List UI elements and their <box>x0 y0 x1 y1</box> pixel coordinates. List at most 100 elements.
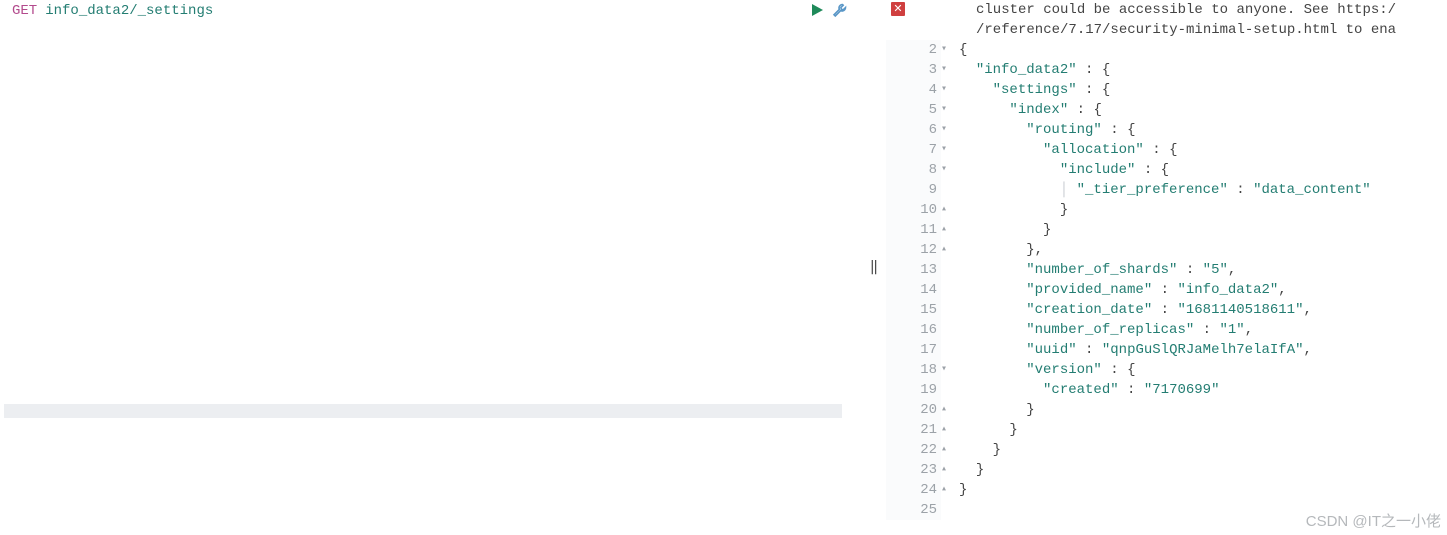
pane-splitter[interactable]: ‖ <box>862 0 886 535</box>
code-line: 21▴ } <box>886 420 1447 440</box>
line-number: 2 <box>886 40 941 60</box>
request-actions <box>810 2 848 18</box>
code-line: 14 "provided_name" : "info_data2", <box>886 280 1447 300</box>
line-number: 9 <box>886 180 941 200</box>
line-number: 24 <box>886 480 941 500</box>
request-editor-pane[interactable]: GET info_data2/_settings <box>0 0 862 535</box>
deprecation-warning: cluster could be accessible to anyone. S… <box>976 0 1447 40</box>
line-number: 25 <box>886 500 941 520</box>
code-line: 8▾ "include" : { <box>886 160 1447 180</box>
fold-toggle-icon[interactable]: ▾ <box>941 360 959 380</box>
code-line: 25 <box>886 500 1447 520</box>
line-number: 21 <box>886 420 941 440</box>
line-number: 14 <box>886 280 941 300</box>
active-line-highlight <box>4 404 842 418</box>
line-number: 10 <box>886 200 941 220</box>
code-line: 20▴ } <box>886 400 1447 420</box>
code-content: } <box>959 220 1447 240</box>
line-number: 11 <box>886 220 941 240</box>
line-number: 7 <box>886 140 941 160</box>
fold-toggle-icon[interactable]: ▴ <box>941 200 959 220</box>
error-badge-icon: ✕ <box>891 2 905 16</box>
run-icon[interactable] <box>810 3 824 17</box>
fold-toggle-icon[interactable]: ▴ <box>941 240 959 260</box>
code-line: 13 "number_of_shards" : "5", <box>886 260 1447 280</box>
fold-toggle-icon <box>941 380 959 400</box>
line-number: 20 <box>886 400 941 420</box>
code-line: 3▾ "info_data2" : { <box>886 60 1447 80</box>
code-line: 11▴ } <box>886 220 1447 240</box>
fold-toggle-icon <box>941 320 959 340</box>
line-number: 22 <box>886 440 941 460</box>
code-line: 19 "created" : "7170699" <box>886 380 1447 400</box>
http-method: GET <box>12 3 37 19</box>
code-content: │ "_tier_preference" : "data_content" <box>959 180 1447 200</box>
code-line: 6▾ "routing" : { <box>886 120 1447 140</box>
fold-toggle-icon[interactable]: ▴ <box>941 220 959 240</box>
fold-toggle-icon <box>941 300 959 320</box>
line-number: 8 <box>886 160 941 180</box>
fold-toggle-icon[interactable]: ▴ <box>941 400 959 420</box>
code-content: "settings" : { <box>959 80 1447 100</box>
fold-toggle-icon[interactable]: ▾ <box>941 100 959 120</box>
fold-toggle-icon <box>941 500 959 520</box>
code-content: "number_of_shards" : "5", <box>959 260 1447 280</box>
code-line: 22▴ } <box>886 440 1447 460</box>
line-number: 3 <box>886 60 941 80</box>
fold-toggle-icon[interactable]: ▴ <box>941 440 959 460</box>
code-content: }, <box>959 240 1447 260</box>
fold-toggle-icon[interactable]: ▾ <box>941 40 959 60</box>
code-line: 12▴ }, <box>886 240 1447 260</box>
code-content: "include" : { <box>959 160 1447 180</box>
response-pane: ✕ cluster could be accessible to anyone.… <box>886 0 1447 535</box>
code-line: 5▾ "index" : { <box>886 100 1447 120</box>
code-line: 17 "uuid" : "qnpGuSlQRJaMelh7elaIfA", <box>886 340 1447 360</box>
response-code[interactable]: 2▾{3▾ "info_data2" : {4▾ "settings" : {5… <box>886 40 1447 535</box>
code-content: "provided_name" : "info_data2", <box>959 280 1447 300</box>
fold-toggle-icon <box>941 180 959 200</box>
fold-toggle-icon[interactable]: ▾ <box>941 120 959 140</box>
code-content: } <box>959 440 1447 460</box>
fold-toggle-icon[interactable]: ▴ <box>941 420 959 440</box>
code-content: "index" : { <box>959 100 1447 120</box>
code-content: "routing" : { <box>959 120 1447 140</box>
line-number: 23 <box>886 460 941 480</box>
fold-toggle-icon[interactable]: ▾ <box>941 80 959 100</box>
line-number: 5 <box>886 100 941 120</box>
code-content: { <box>959 40 1447 60</box>
code-content: "uuid" : "qnpGuSlQRJaMelh7elaIfA", <box>959 340 1447 360</box>
line-number: 18 <box>886 360 941 380</box>
code-line: 18▾ "version" : { <box>886 360 1447 380</box>
code-content: "number_of_replicas" : "1", <box>959 320 1447 340</box>
fold-toggle-icon[interactable]: ▾ <box>941 60 959 80</box>
line-number: 19 <box>886 380 941 400</box>
line-number: 13 <box>886 260 941 280</box>
fold-toggle-icon[interactable]: ▾ <box>941 140 959 160</box>
fold-toggle-icon[interactable]: ▴ <box>941 460 959 480</box>
code-content: "created" : "7170699" <box>959 380 1447 400</box>
wrench-icon[interactable] <box>832 2 848 18</box>
code-line: 15 "creation_date" : "1681140518611", <box>886 300 1447 320</box>
fold-toggle-icon <box>941 280 959 300</box>
code-content: } <box>959 460 1447 480</box>
code-content: "info_data2" : { <box>959 60 1447 80</box>
code-content: } <box>959 420 1447 440</box>
code-content: "version" : { <box>959 360 1447 380</box>
code-content: "creation_date" : "1681140518611", <box>959 300 1447 320</box>
code-line: 2▾{ <box>886 40 1447 60</box>
code-content <box>959 500 1447 520</box>
line-number: 12 <box>886 240 941 260</box>
line-number: 16 <box>886 320 941 340</box>
line-number: 15 <box>886 300 941 320</box>
app-root: GET info_data2/_settings ‖ ✕ cluster cou… <box>0 0 1447 535</box>
code-line: 7▾ "allocation" : { <box>886 140 1447 160</box>
code-content: "allocation" : { <box>959 140 1447 160</box>
fold-toggle-icon[interactable]: ▴ <box>941 480 959 500</box>
code-content: } <box>959 200 1447 220</box>
code-line: 23▴ } <box>886 460 1447 480</box>
fold-toggle-icon[interactable]: ▾ <box>941 160 959 180</box>
code-line: 24▴} <box>886 480 1447 500</box>
code-line: 4▾ "settings" : { <box>886 80 1447 100</box>
request-line[interactable]: GET info_data2/_settings <box>0 0 862 20</box>
fold-toggle-icon <box>941 260 959 280</box>
